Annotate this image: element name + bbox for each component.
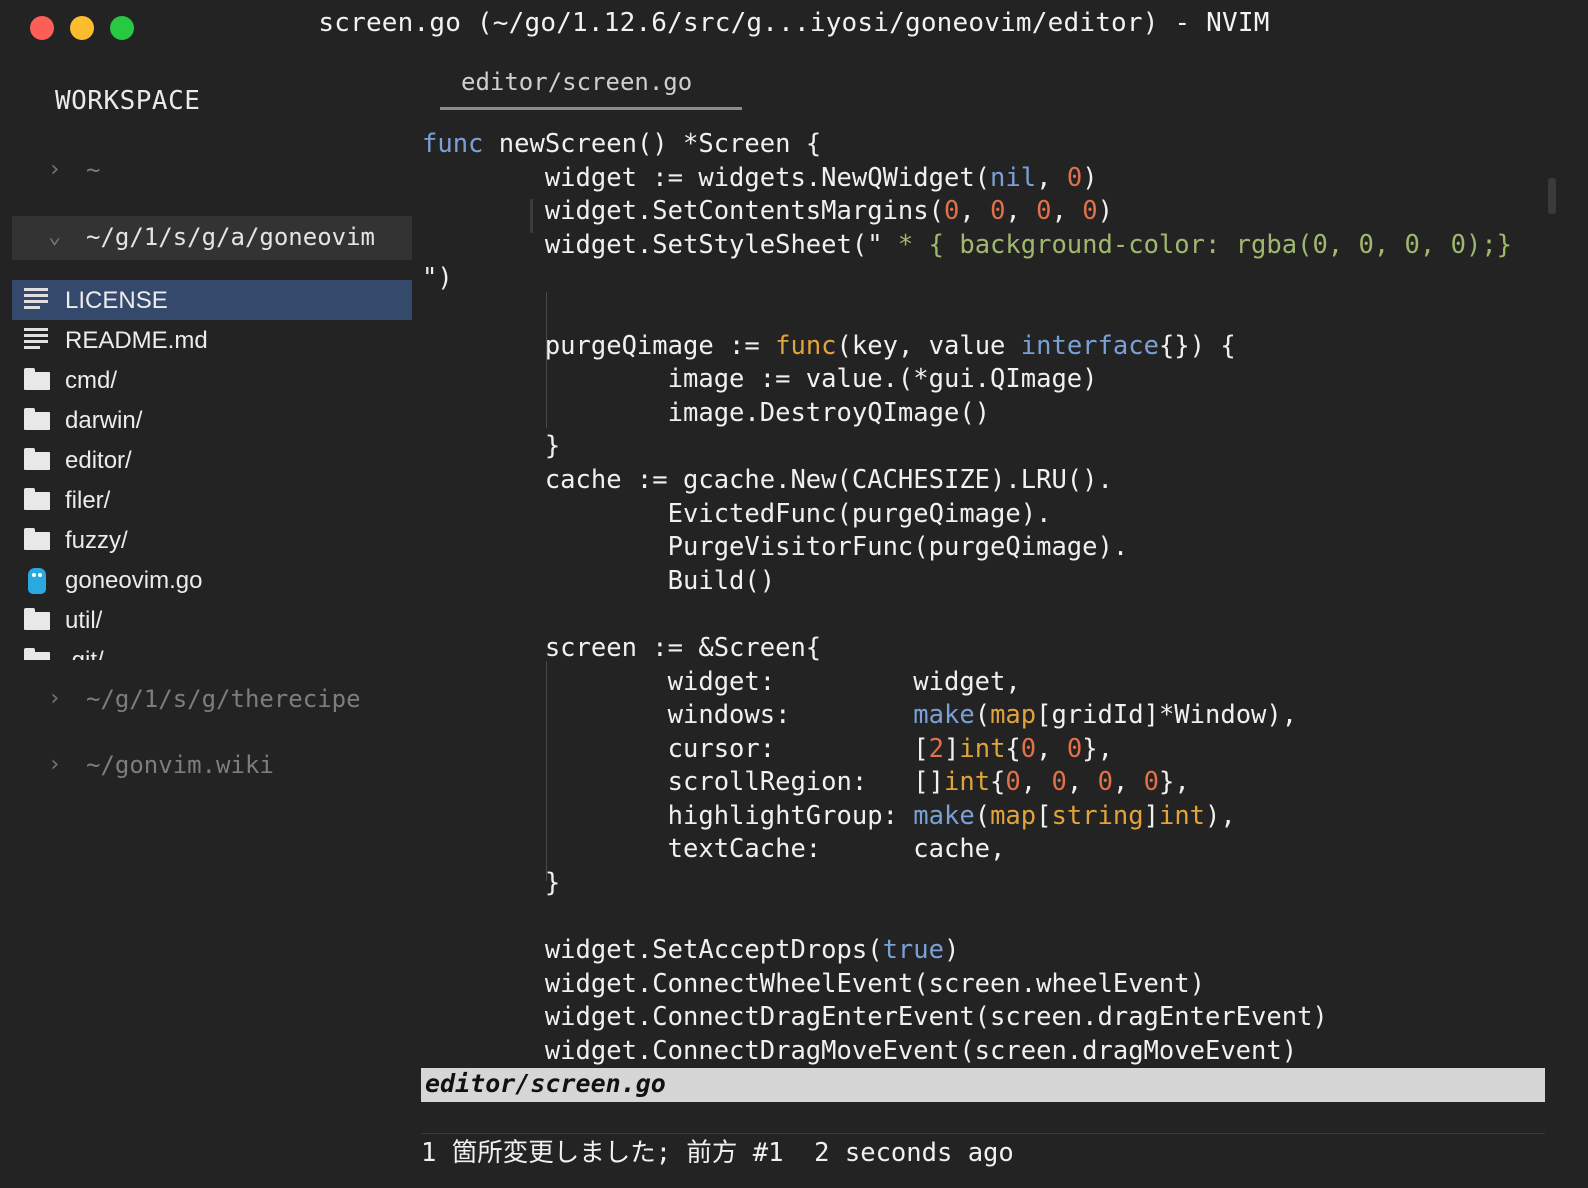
file-item[interactable]: filer/ [12,480,412,520]
file-name: editor/ [65,447,132,474]
code-line: widget.SetContentsMargins(0, 0, 0, 0) [422,196,1113,227]
code-line: func newScreen() *Screen { [422,129,822,159]
cursor-line-marker [530,199,533,233]
statusline-filename: editor/screen.go [425,1069,666,1098]
text-file-icon [24,328,50,352]
editor-pane[interactable]: editor/screen.go func newScreen() *Scree… [418,56,1588,1188]
folder-icon [24,648,50,660]
code-line: image.DestroyQImage() [422,397,991,428]
workspace-label: ~/gonvim.wiki [86,751,274,779]
file-item[interactable]: cmd/ [12,360,412,400]
file-name: cmd/ [65,367,118,394]
code-line: } [422,431,561,462]
folder-icon [24,368,50,392]
file-item[interactable]: README.md [12,320,412,360]
code-line: widget.SetAcceptDrops(true) [422,935,960,966]
text-file-icon [24,288,50,312]
file-name: README.md [65,327,208,354]
file-item[interactable]: darwin/ [12,400,412,440]
code-line: EvictedFunc(purgeQimage). [422,498,1052,529]
window-title: screen.go (~/go/1.12.6/src/g...iyosi/gon… [318,8,1270,38]
file-item[interactable]: util/ [12,600,412,640]
scrollbar-thumb[interactable] [1548,178,1556,214]
code-line: } [422,868,561,899]
file-item[interactable]: LICENSE [12,280,412,320]
workspace-label: ~ [86,156,101,184]
folder-icon [24,608,50,632]
workspace-item-therecipe[interactable]: › ~/g/1/s/g/therecipe [12,678,412,722]
indent-guide [546,292,547,428]
window-titlebar: screen.go (~/go/1.12.6/src/g...iyosi/gon… [0,0,1588,56]
chevron-right-icon: › [48,752,62,777]
code-line: widget.SetStyleSheet(" * { background-co… [422,229,1513,260]
code-line: widget.ConnectWheelEvent(screen.wheelEve… [422,968,1205,999]
folder-icon [24,408,50,432]
file-name: LICENSE [65,287,168,314]
code-line: PurgeVisitorFunc(purgeQimage). [422,532,1129,563]
gopher-icon [24,568,50,594]
code-line: widget: widget, [422,666,1021,697]
file-name: goneovim.go [65,567,203,594]
statusline: editor/screen.go [421,1068,1545,1102]
code-line: ") [422,263,453,294]
file-item[interactable]: .git/ [12,640,412,660]
folder-icon [24,528,50,552]
workspace-label: ~/g/1/s/g/a/goneovim [86,223,375,251]
active-tab-indicator [440,107,742,110]
code-line: cache := gcache.New(CACHESIZE).LRU(). [422,464,1113,495]
file-name: util/ [65,607,103,634]
file-item[interactable]: editor/ [12,440,412,480]
code-line: Build() [422,565,776,596]
chevron-right-icon: › [48,686,62,711]
code-line: windows: make(map[gridId]*Window), [422,700,1298,731]
file-name: filer/ [65,487,111,514]
code-line: purgeQimage := func(key, value interface… [422,330,1236,361]
folder-icon [24,448,50,472]
code-line: widget.ConnectDragEnterEvent(screen.drag… [422,1002,1328,1033]
workspace-heading: WORKSPACE [55,86,201,116]
tab-screen-go[interactable]: editor/screen.go [440,56,742,110]
code-line: highlightGroup: make(map[string]int), [422,800,1236,831]
indent-guide [546,661,547,881]
chevron-right-icon: › [48,157,62,182]
code-line: cursor: [2]int{0, 0}, [422,733,1113,764]
workspace-item-home[interactable]: › ~ [12,149,412,193]
code-line: image := value.(*gui.QImage) [422,364,1098,395]
file-name: darwin/ [65,407,143,434]
workspace-item-goneovim[interactable]: ⌄ ~/g/1/s/g/a/goneovim [12,216,412,260]
code-buffer[interactable]: func newScreen() *Screen { widget := wid… [422,128,1548,1069]
file-item[interactable]: goneovim.go [12,560,412,600]
file-name: .git/ [65,647,104,660]
tab-label: editor/screen.go [461,68,693,96]
workspace-sidebar: WORKSPACE › ~ ⌄ ~/g/1/s/g/a/goneovim LIC… [0,56,418,1188]
code-line: widget := widgets.NewQWidget(nil, 0) [422,162,1098,193]
folder-icon [24,488,50,512]
code-line: widget.ConnectDragMoveEvent(screen.dragM… [422,1036,1298,1067]
workspace-label: ~/g/1/s/g/therecipe [86,685,361,713]
file-item[interactable]: fuzzy/ [12,520,412,560]
file-tree: LICENSE README.md cmd/darwin/editor/filer/… [12,280,412,660]
code-line: screen := &Screen{ [422,632,822,663]
workspace-item-gonvim-wiki[interactable]: › ~/gonvim.wiki [12,744,412,788]
code-line: scrollRegion: []int{0, 0, 0, 0}, [422,767,1190,798]
chevron-down-icon: ⌄ [48,224,62,249]
file-name: fuzzy/ [65,527,128,554]
code-line: textCache: cache, [422,834,1006,865]
command-line-message: 1 箇所変更しました; 前方 #1 2 seconds ago [421,1138,1014,1168]
